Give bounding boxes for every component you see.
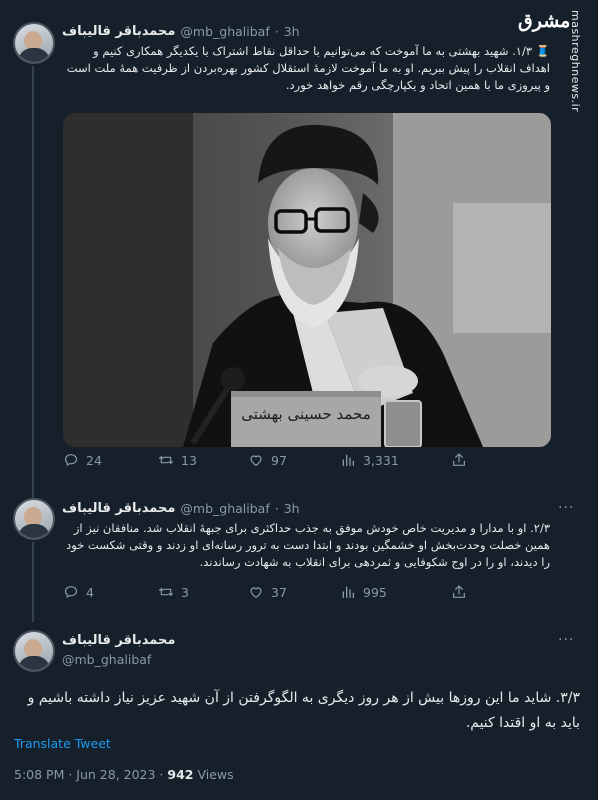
tweet-time[interactable]: 3h — [284, 24, 300, 39]
share-icon — [453, 585, 465, 598]
share-button[interactable] — [451, 452, 467, 468]
thread-line — [32, 542, 34, 622]
retweet-icon — [159, 455, 173, 465]
retweet-button[interactable]: 13 — [158, 452, 197, 468]
tweet-text: ‏🧵 ۱/۳. شهید بهشتی به ما آموخت که می‌توا… — [66, 44, 550, 92]
avatar[interactable] — [13, 498, 55, 540]
author-handle[interactable]: @mb_ghalibaf — [180, 501, 269, 516]
author-name[interactable]: محمدباقر قالیباف — [62, 24, 175, 39]
more-options-button[interactable]: ··· — [558, 632, 574, 648]
tweet-timestamp: 5:08 PM · Jun 28, 2023 · 942 Views — [14, 767, 234, 782]
tweet-photo[interactable]: محمد حسینی بهشتی — [63, 113, 551, 447]
view-count: 995 — [363, 584, 387, 600]
timestamp-text[interactable]: 5:08 PM · Jun 28, 2023 · — [14, 767, 167, 782]
views-count: 942 — [167, 767, 194, 782]
retweet-count: 13 — [181, 452, 197, 468]
like-button[interactable]: 97 — [248, 452, 287, 468]
nameplate-text: محمد حسینی بهشتی — [241, 405, 371, 423]
author-name[interactable]: محمدباقر قالیباف — [62, 633, 175, 648]
share-button[interactable] — [451, 584, 467, 600]
tweet-1[interactable]: محمدباقر قالیباف @mb_ghalibaf · 3h ‏🧵 ۱/… — [0, 0, 598, 498]
reply-icon — [64, 586, 78, 599]
more-options-button[interactable]: ··· — [558, 500, 574, 516]
reply-count: 4 — [86, 584, 94, 600]
reply-count: 24 — [86, 452, 102, 468]
avatar[interactable] — [13, 630, 55, 672]
tweet-header: محمدباقر قالیباف @mb_ghalibaf · 3h — [62, 24, 300, 39]
like-count: 97 — [271, 452, 287, 468]
like-count: 37 — [271, 584, 287, 600]
photo-image — [63, 113, 551, 447]
tweet-2[interactable]: محمدباقر قالیباف @mb_ghalibaf · 3h ··· ۲… — [0, 496, 598, 622]
analytics-icon — [342, 586, 354, 598]
views-button[interactable]: 995 — [340, 584, 387, 600]
reply-button[interactable]: 4 — [63, 584, 94, 600]
view-count: 3,331 — [363, 452, 399, 468]
views-label: Views — [193, 767, 234, 782]
retweet-count: 3 — [181, 584, 189, 600]
retweet-icon — [159, 587, 173, 597]
author-handle[interactable]: @mb_ghalibaf — [180, 24, 269, 39]
views-button[interactable]: 3,331 — [340, 452, 399, 468]
author-name[interactable]: محمدباقر قالیباف — [62, 501, 175, 516]
tweet-header: محمدباقر قالیباف @mb_ghalibaf · 3h — [62, 501, 300, 516]
retweet-button[interactable]: 3 — [158, 584, 189, 600]
reply-icon — [64, 454, 78, 467]
translate-tweet-link[interactable]: Translate Tweet — [14, 736, 111, 751]
like-button[interactable]: 37 — [248, 584, 287, 600]
heart-icon — [250, 455, 262, 467]
analytics-icon — [342, 454, 354, 466]
tweet-text: ۲/۳. او با مدارا و مدیریت خاص خودش موفق … — [66, 521, 550, 569]
avatar[interactable] — [13, 22, 55, 64]
tweet-time[interactable]: 3h — [284, 501, 300, 516]
heart-icon — [250, 587, 262, 599]
share-icon — [453, 453, 465, 466]
author-handle[interactable]: @mb_ghalibaf — [62, 652, 151, 667]
reply-button[interactable]: 24 — [63, 452, 102, 468]
tweet-text: ۳/۳. شاید ما این روزها بیش از هر روز دیگ… — [27, 690, 580, 731]
main-tweet: محمدباقر قالیباف @mb_ghalibaf ··· ۳/۳. ش… — [0, 622, 598, 800]
thread-line — [32, 66, 34, 498]
